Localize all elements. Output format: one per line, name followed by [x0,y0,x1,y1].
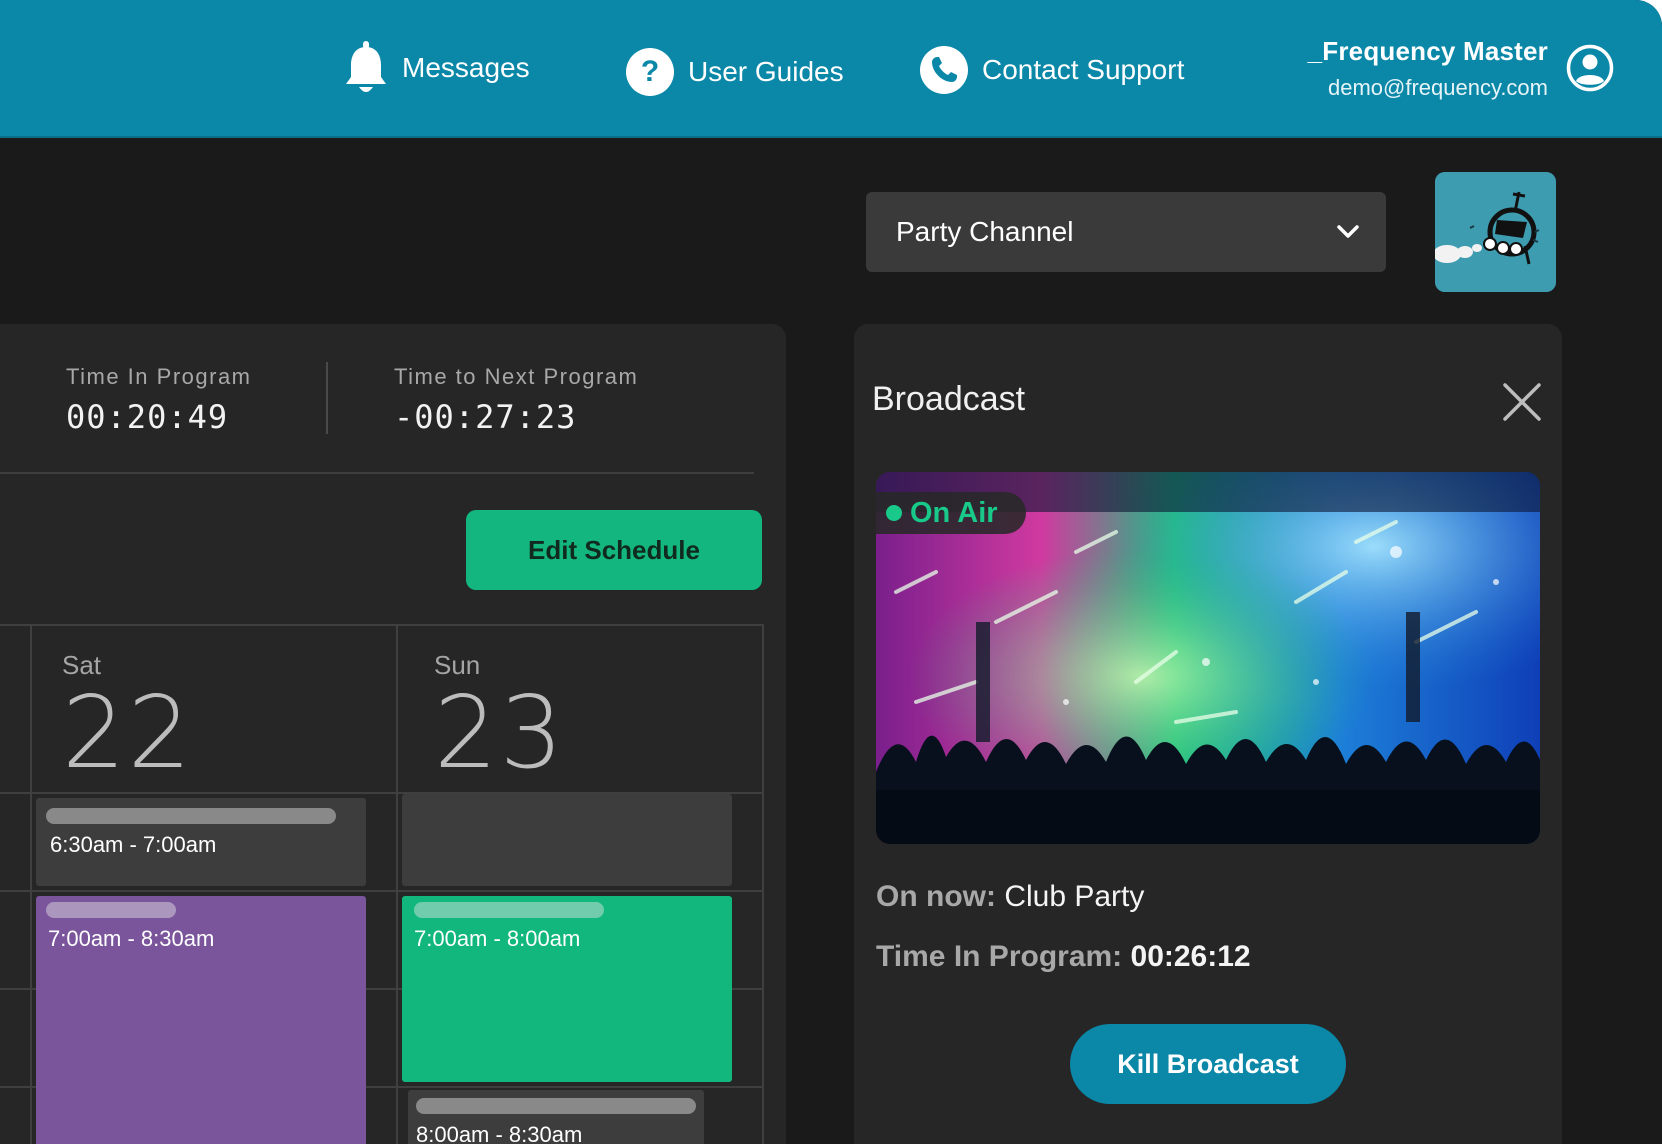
chevron-down-icon [1337,225,1359,238]
nav-messages-link[interactable]: Messages [344,40,530,96]
nav-messages-label: Messages [402,52,530,83]
grid-line [0,890,764,892]
app-window: Messages ? User Guides Contact Support _… [0,0,1662,1144]
time-in-program-label: Time In Program [66,364,252,389]
user-avatar-icon[interactable] [1566,44,1614,92]
event-title-redacted [414,902,604,918]
edit-schedule-button[interactable]: Edit Schedule [466,510,762,590]
channel-select-value: Party Channel [896,216,1074,247]
channel-select[interactable]: Party Channel [866,192,1386,272]
on-now-label: On now: [876,880,996,913]
on-now-value: Club Party [1004,880,1145,913]
kill-broadcast-button[interactable]: Kill Broadcast [1070,1024,1346,1104]
phone-icon [920,46,968,94]
broadcast-panel: Broadcast On Air On now: Club Party Time… [854,324,1562,1144]
day-number: 22 [62,674,194,791]
user-name: _Frequency Master [1307,36,1548,66]
channel-logo-thumbnail [1435,172,1556,292]
close-icon[interactable] [1502,382,1542,422]
event-title-redacted [46,808,336,824]
nav-contact-support-link[interactable]: Contact Support [920,44,1184,96]
timer-divider [326,362,328,434]
time-to-next-program: Time to Next Program -00:27:23 [394,364,638,436]
schedule-event[interactable]: 7:00am - 8:00am [402,896,732,1082]
event-time: 8:00am - 8:30am [416,1122,583,1144]
divider [0,472,754,474]
on-air-badge: On Air [876,492,1026,534]
day-header-sat: Sat 22 [62,650,193,783]
user-email: demo@frequency.com [1327,75,1548,100]
day-number: 23 [434,674,566,791]
schedule-event[interactable]: 6:30am - 7:00am [36,798,366,886]
nav-user-guides-label: User Guides [688,56,844,87]
grid-line [762,624,764,1144]
bell-icon [346,41,386,92]
schedule-event[interactable]: 8:00am - 8:30am [408,1090,704,1144]
help-icon: ? [626,48,674,96]
broadcast-title: Broadcast [872,380,1026,418]
broadcast-time-label: Time In Program: [876,940,1123,973]
on-now-line: On now: Club Party [876,880,1144,914]
on-air-label: On Air [910,496,998,529]
nav-contact-support-label: Contact Support [982,54,1185,85]
event-time: 6:30am - 7:00am [50,832,217,857]
top-nav-bar: Messages ? User Guides Contact Support _… [0,0,1662,138]
time-to-next-label: Time to Next Program [394,364,639,389]
event-title-redacted [416,1098,696,1114]
schedule-calendar: Sat 22 Sun 23 6:30am - 7:00am 7:00am - 8… [0,624,764,1144]
broadcast-time-value: 00:26:12 [1130,940,1251,973]
grid-line [0,624,764,626]
day-header-sun: Sun 23 [434,650,565,783]
broadcast-time-in-program: Time In Program: 00:26:12 [876,940,1251,974]
event-time: 7:00am - 8:30am [48,926,215,951]
event-title-redacted [46,902,176,918]
event-time: 7:00am - 8:00am [414,926,581,951]
schedule-event[interactable]: 7:00am - 8:30am [36,896,366,1144]
time-in-program: Time In Program 00:20:49 [66,364,252,436]
schedule-empty-slot[interactable] [402,794,732,886]
time-to-next-value: -00:27:23 [394,398,577,436]
live-dot-icon [886,505,902,521]
grid-line [396,624,398,1144]
time-in-program-value: 00:20:49 [66,398,229,436]
grid-line [30,624,32,1144]
nav-user-guides-link[interactable]: ? User Guides [626,46,844,98]
user-info[interactable]: _Frequency Master demo@frequency.com [1308,36,1548,101]
